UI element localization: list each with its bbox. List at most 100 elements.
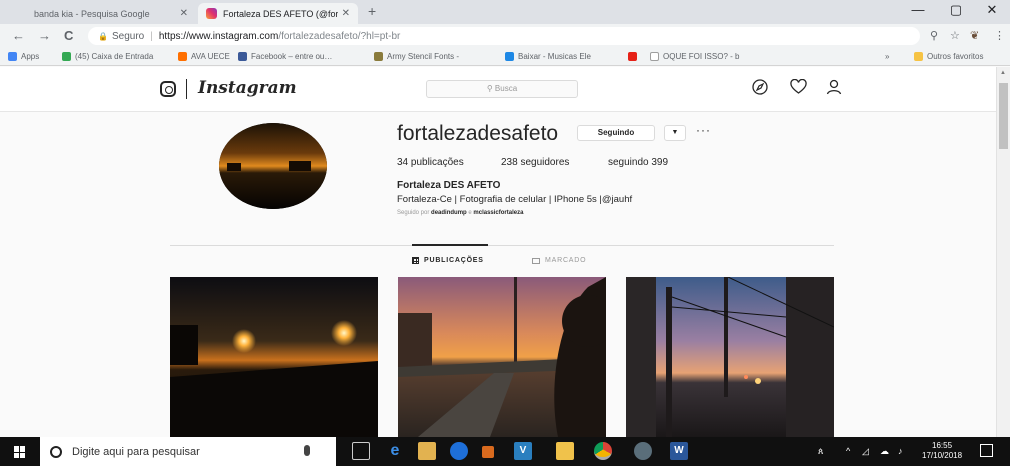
followed-by-user[interactable]: mclassicfortaleza [473, 210, 523, 216]
reload-button[interactable]: C [64, 28, 73, 43]
url-host: https://www.instagram.com [158, 30, 279, 42]
followed-by: Seguido por deadindump e mclassicfortale… [397, 210, 523, 216]
bookmark-label: Outros favoritos [927, 52, 984, 61]
post-thumbnail[interactable] [170, 277, 378, 437]
bookmark-star-icon[interactable]: ☆ [950, 29, 960, 42]
suggestions-dropdown-button[interactable]: ▼ [664, 125, 686, 141]
bookmark-baixar-musicas[interactable]: Baixar - Musicas Ele [505, 52, 591, 61]
minimize-button[interactable]: — [900, 2, 936, 17]
following-count[interactable]: seguindo 399 [608, 157, 668, 168]
clock-date: 17/10/2018 [922, 451, 963, 460]
instagram-favicon-icon [206, 8, 217, 19]
close-window-button[interactable]: ✕ [974, 2, 1010, 18]
bookmark-ava-uece[interactable]: AVA UECE [178, 52, 230, 61]
lock-icon: 🔒 [98, 31, 108, 41]
other-bookmarks[interactable]: Outros favoritos [914, 52, 983, 61]
close-tab-icon[interactable]: ✕ [180, 8, 188, 19]
extension-icon[interactable]: ❦ [970, 29, 979, 42]
notifications-icon[interactable] [980, 444, 993, 457]
microphone-icon[interactable] [304, 445, 310, 456]
profile-icon[interactable] [826, 79, 842, 95]
instagram-camera-icon[interactable] [160, 81, 176, 97]
browser-toolbar: ← → C 🔒 Seguro | https://www.instagram.c… [0, 24, 1010, 48]
address-bar[interactable]: 🔒 Seguro | https://www.instagram.com /fo… [88, 27, 920, 45]
followers-count[interactable]: 238 seguidores [501, 157, 569, 168]
tab-marcado[interactable]: MARCADO [532, 257, 586, 264]
chevron-down-icon: ▼ [671, 129, 679, 136]
forward-button[interactable]: → [38, 28, 51, 43]
bookmark-facebook[interactable]: Facebook – entre ou… [238, 52, 332, 61]
facebook-icon [238, 52, 247, 61]
new-tab-button[interactable]: + [368, 3, 376, 19]
chrome-menu-icon[interactable]: ⋮ [994, 29, 1005, 42]
bookmarks-bar: Apps (45) Caixa de Entrada AVA UECE Face… [0, 48, 1010, 66]
followed-by-prefix: Seguido por [397, 210, 430, 216]
taskbar-search-input[interactable]: Digite aqui para pesquisar [40, 437, 336, 466]
bookmark-inbox[interactable]: (45) Caixa de Entrada [62, 52, 153, 61]
tab-publicacoes[interactable]: PUBLICAÇÕES [412, 257, 484, 264]
profile-avatar[interactable] [219, 123, 327, 209]
tab-title: banda kia - Pesquisa Google [34, 8, 150, 19]
post-thumbnail[interactable] [626, 277, 834, 437]
profile-username: fortalezadesafeto [397, 122, 559, 145]
more-options-icon[interactable]: ··· [696, 123, 711, 137]
cortana-icon [50, 445, 62, 458]
task-view-icon[interactable] [352, 442, 370, 460]
network-icon[interactable]: ◿ [862, 446, 869, 457]
windows-start-icon[interactable] [14, 446, 26, 458]
following-button[interactable]: Seguindo [577, 125, 655, 141]
logo-divider [186, 79, 187, 99]
posts-count: 34 publicações [397, 157, 464, 168]
bluetooth-app-icon[interactable] [450, 442, 468, 460]
bookmark-army-fonts[interactable]: Army Stencil Fonts - [374, 52, 459, 61]
tab-instagram[interactable]: Fortaleza DES AFETO (@fortalez… ✕ [198, 3, 358, 24]
video-editor-icon[interactable]: V [514, 442, 532, 460]
folder-icon [914, 52, 923, 61]
tray-chevron-icon[interactable]: ^ [846, 446, 850, 456]
chrome-icon[interactable] [594, 442, 612, 460]
people-icon[interactable]: ጰ [818, 446, 823, 457]
grid-icon [412, 257, 419, 264]
apps-grid-icon [8, 52, 17, 61]
compass-icon[interactable] [752, 79, 768, 95]
followed-by-user[interactable]: deadindump [431, 210, 467, 216]
bookmark-label: Army Stencil Fonts - [387, 52, 460, 61]
edge-icon[interactable]: e [386, 442, 404, 460]
google-icon [62, 52, 71, 61]
bookmark-label: OQUE FOI ISSO? - b [663, 52, 740, 61]
search-input[interactable]: ⚲ Busca [426, 80, 578, 98]
word-icon[interactable]: W [670, 442, 688, 460]
taskbar-clock[interactable]: 16:55 17/10/2018 [922, 441, 962, 461]
url-path: /fortalezadesafeto/?hl=pt-br [278, 30, 401, 42]
scroll-up-icon[interactable]: ▲ [1000, 70, 1006, 76]
youtube-icon [628, 52, 637, 61]
store-icon[interactable] [418, 442, 436, 460]
zoom-icon[interactable]: ⚲ [930, 29, 938, 42]
tab-label: MARCADO [545, 257, 587, 264]
post-thumbnail[interactable] [398, 277, 606, 437]
bookmark-youtube[interactable] [628, 52, 641, 61]
close-tab-icon[interactable]: ✕ [342, 8, 350, 19]
office-app-icon[interactable] [482, 446, 494, 458]
photos-app-icon[interactable] [634, 442, 652, 460]
profile-bio: Fortaleza-Ce | Fotografia de celular | I… [397, 194, 633, 205]
bookmark-label: Baixar - Musicas Ele [518, 52, 591, 61]
bookmark-apps[interactable]: Apps [8, 52, 39, 61]
tab-google-search[interactable]: banda kia - Pesquisa Google ✕ [26, 3, 196, 24]
scrollbar-thumb[interactable] [999, 83, 1008, 149]
instagram-logo[interactable]: Instagram [198, 78, 297, 98]
back-button[interactable]: ← [12, 28, 25, 43]
volume-icon[interactable]: ♪ [898, 446, 903, 456]
bookmark-label: AVA UECE [191, 52, 230, 61]
bookmark-oque-foi-isso[interactable]: OQUE FOI ISSO? - b [650, 52, 739, 61]
page-scrollbar[interactable]: ▲ [996, 67, 1010, 437]
file-explorer-icon[interactable] [556, 442, 574, 460]
heart-icon[interactable] [790, 79, 807, 95]
search-icon: ⚲ [486, 84, 495, 93]
cloud-icon[interactable]: ☁ [880, 446, 889, 457]
bookmarks-overflow[interactable]: » [885, 52, 889, 61]
tag-icon [532, 257, 540, 264]
instagram-header: Instagram ⚲ Busca [0, 67, 996, 112]
maximize-button[interactable]: ▢ [938, 2, 974, 18]
followed-by-joiner: e [468, 210, 472, 216]
